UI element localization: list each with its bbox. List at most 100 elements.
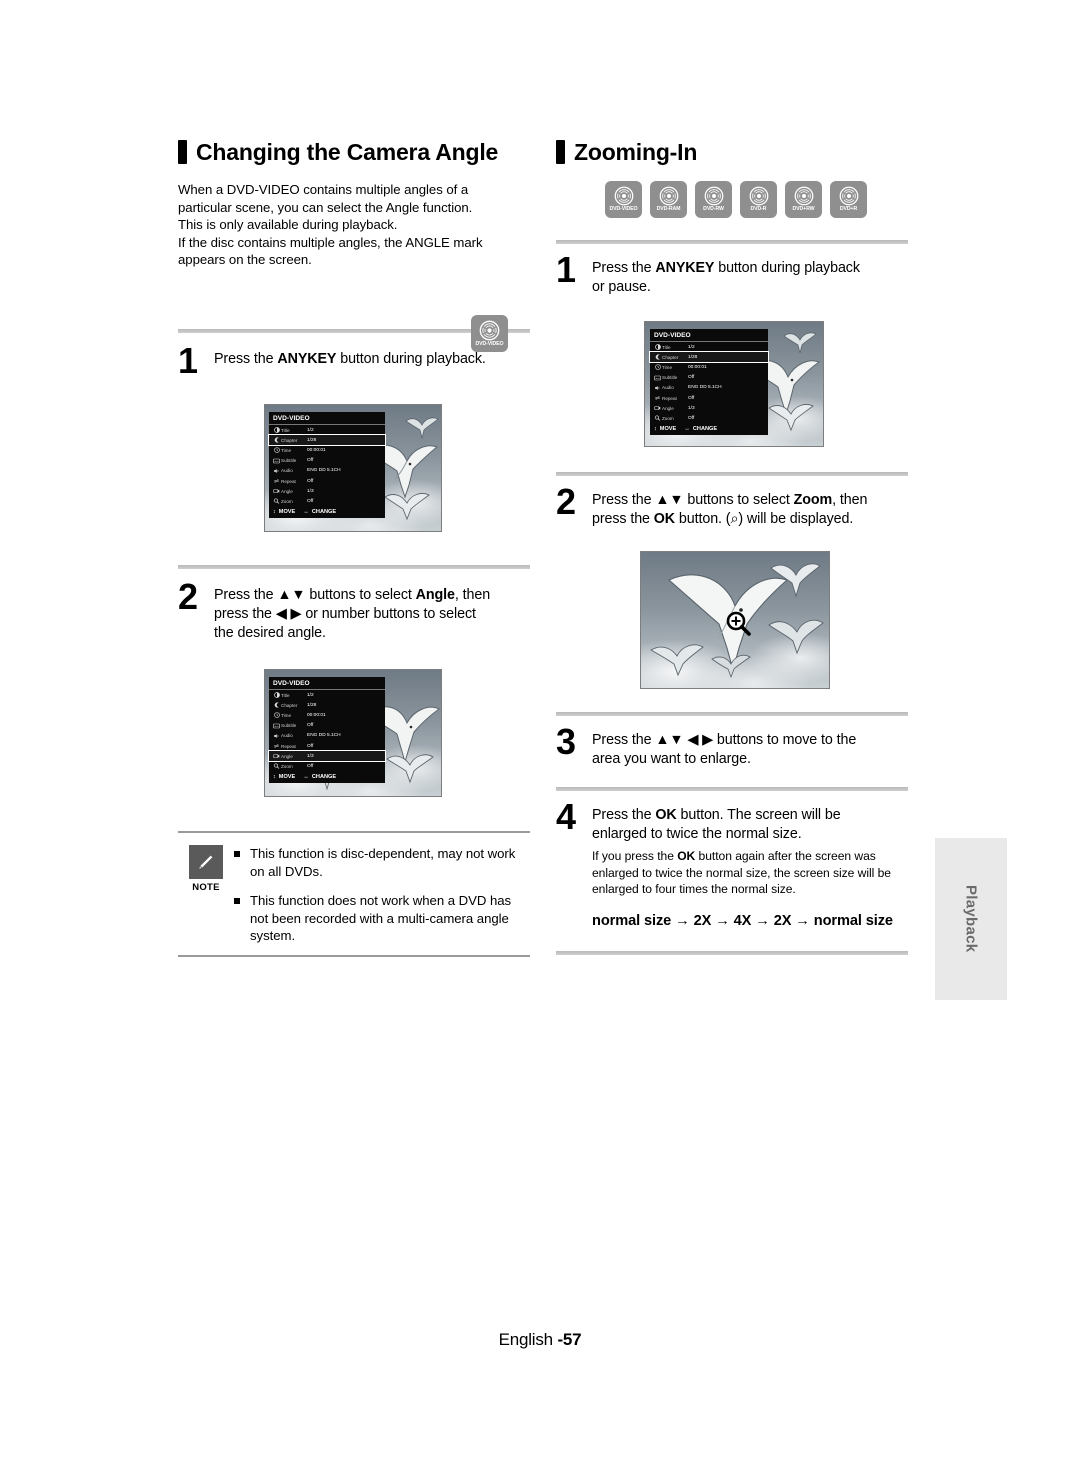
osd-row-value: ENG DD 5.1CH bbox=[307, 468, 341, 474]
osd-row-label: Chapter bbox=[662, 354, 679, 360]
osd-row-value: 1/28 bbox=[307, 437, 317, 443]
osd-row-value: Off bbox=[307, 498, 314, 504]
osd-row-value: Off bbox=[307, 478, 314, 484]
intro-line-4: If the disc contains multiple angles, th… bbox=[178, 234, 483, 250]
osd-row-title[interactable]: Title 1/2 bbox=[269, 690, 385, 700]
osd-footer-change-label: CHANGE bbox=[311, 774, 337, 780]
osd-row-angle[interactable]: Angle 1/3 bbox=[268, 750, 386, 763]
bullet-icon bbox=[234, 898, 240, 905]
osd-row-audio[interactable]: Audio ENG DD 5.1CH bbox=[269, 466, 385, 476]
left-step-2-number: 2 bbox=[178, 576, 198, 617]
osd-row-zoom[interactable]: Zoom Off bbox=[650, 413, 768, 423]
right-divider-4 bbox=[556, 787, 908, 791]
osd-row-value: Off bbox=[307, 723, 314, 729]
zoom-icon bbox=[272, 763, 281, 770]
osd-footer-change-glyph: ↔ bbox=[303, 509, 309, 515]
osd-screenshot-angle: DVD-VIDEO Title 1/2 Chapter 1/28 Time 00:00:0… bbox=[264, 669, 442, 797]
osd-row-subtitle[interactable]: Subtitle Off bbox=[650, 373, 768, 383]
osd-row-value: 1/3 bbox=[688, 405, 695, 411]
osd-row-value: Off bbox=[688, 375, 695, 381]
updown-arrows-icon: ▲▼ bbox=[655, 492, 684, 508]
disc-badge-label: DVD+RW bbox=[792, 206, 815, 213]
osd-row-time[interactable]: Time 00:00:01 bbox=[269, 710, 385, 720]
osd-row-zoom[interactable]: Zoom Off bbox=[269, 761, 385, 771]
right-step-1-a: Press the bbox=[592, 260, 656, 276]
leftright-arrows-icon: ◀ ▶ bbox=[275, 606, 302, 622]
osd-row-chapter[interactable]: Chapter 1/28 bbox=[269, 700, 385, 710]
updown-arrows-icon: ▲▼ bbox=[655, 732, 684, 748]
osd-row-audio[interactable]: Audio ENG DD 5.1CH bbox=[650, 383, 768, 393]
right-step-4-c: enlarged to twice the normal size. bbox=[592, 826, 802, 842]
left-step-1-text: Press the ANYKEY button during playback. bbox=[214, 348, 486, 369]
right-step-4-b: button. The screen will be bbox=[676, 807, 841, 823]
osd-footer-move-label: MOVE bbox=[278, 509, 296, 515]
right-step-3-b: buttons to move to the bbox=[713, 732, 857, 748]
osd-screenshot-chapter: DVD-VIDEO Title 1/2 Chapter 1/28 Time 00:00:0… bbox=[264, 404, 442, 532]
repeat-icon bbox=[272, 743, 281, 749]
page-footer: English -57 bbox=[0, 1330, 1080, 1350]
left-step-2-d: press the bbox=[214, 606, 276, 622]
audio-icon bbox=[272, 468, 281, 474]
osd-row-label: Zoom bbox=[281, 498, 293, 504]
osd-row-label: Repeat bbox=[281, 743, 296, 749]
right-step-4: 4 Press the OK button. The screen will b… bbox=[556, 799, 908, 931]
osd-row-time[interactable]: Time 00:00:01 bbox=[269, 445, 385, 455]
osd-row-value: 1/2 bbox=[307, 692, 314, 698]
osd-row-repeat[interactable]: Repeat Off bbox=[269, 476, 385, 486]
left-step-2-a: Press the bbox=[214, 587, 278, 603]
disc-icon bbox=[839, 187, 858, 206]
osd-row-label: Angle bbox=[281, 753, 293, 759]
intro-line-3: This is only available during playback. bbox=[178, 217, 398, 233]
right-divider-2 bbox=[556, 472, 908, 476]
footer-language: English bbox=[498, 1330, 558, 1349]
osd-row-angle[interactable]: Angle 1/3 bbox=[269, 486, 385, 496]
manual-page: Changing the Camera Angle When a DVD-VID… bbox=[0, 0, 1080, 1470]
osd-row-audio[interactable]: Audio ENG DD 5.1CH bbox=[269, 731, 385, 741]
note-divider-bottom bbox=[178, 954, 530, 957]
osd-row-value: 00:00:01 bbox=[307, 447, 326, 453]
osd-row-subtitle[interactable]: Subtitle Off bbox=[269, 721, 385, 731]
osd-footer: ↕ MOVE ↔ CHANGE bbox=[269, 772, 385, 783]
intro-line-1: When a DVD-VIDEO contains multiple angle… bbox=[178, 182, 469, 197]
osd-row-subtitle[interactable]: Subtitle Off bbox=[269, 456, 385, 466]
time-icon bbox=[272, 712, 281, 719]
disc-icon bbox=[479, 320, 500, 341]
disc-badge-dvd-rw: DVD-RW bbox=[695, 181, 732, 218]
left-step-2-f: the desired angle. bbox=[214, 625, 326, 641]
right-step-3: 3 Press the ▲▼ ◀ ▶ buttons to move to th… bbox=[556, 721, 908, 769]
seagull-photo-3 bbox=[405, 415, 439, 443]
osd-row-value: Off bbox=[688, 415, 695, 421]
left-step-2: 2 Press the ▲▼ buttons to select Angle, … bbox=[178, 576, 530, 643]
osd-row-angle[interactable]: Angle 1/3 bbox=[650, 403, 768, 413]
angle-icon bbox=[653, 405, 662, 411]
right-step-3-number: 3 bbox=[556, 721, 576, 762]
osd-row-repeat[interactable]: Repeat Off bbox=[650, 393, 768, 403]
osd-row-zoom[interactable]: Zoom Off bbox=[269, 496, 385, 506]
note-body: NOTE This function is disc-dependent, ma… bbox=[178, 833, 530, 955]
osd-row-value: 00:00:01 bbox=[688, 364, 707, 370]
osd-row-title[interactable]: Title 1/2 bbox=[650, 342, 768, 352]
right-step-2-number: 2 bbox=[556, 481, 576, 522]
osd-row-chapter[interactable]: Chapter 1/28 bbox=[649, 351, 769, 364]
repeat-icon bbox=[272, 478, 281, 484]
osd-row-title[interactable]: Title 1/2 bbox=[269, 425, 385, 435]
osd-row-label: Subtitle bbox=[281, 723, 297, 729]
osd-row-label: Chapter bbox=[281, 702, 298, 708]
note-block: NOTE This function is disc-dependent, ma… bbox=[178, 831, 530, 957]
osd-rows: Title 1/2 Chapter 1/28 Time 00:00:01 Subtitle O… bbox=[268, 690, 386, 772]
osd-row-chapter[interactable]: Chapter 1/28 bbox=[268, 434, 386, 447]
osd-row-time[interactable]: Time 00:00:01 bbox=[650, 362, 768, 372]
right-section-heading: Zooming-In bbox=[556, 140, 908, 164]
right-step-2-ok: OK bbox=[653, 511, 676, 527]
intro-line-5: appears on the screen. bbox=[178, 252, 312, 268]
osd-row-value: ENG DD 5.1CH bbox=[688, 385, 722, 391]
disc-icon bbox=[749, 187, 768, 206]
left-step-2-text: Press the ▲▼ buttons to select Angle, th… bbox=[214, 584, 490, 643]
osd-rows: Title 1/2 Chapter 1/28 Time 00:00:01 Subtitle O… bbox=[268, 425, 386, 507]
disc-badge-dvd-video: DVD-VIDEO bbox=[471, 315, 508, 352]
osd-row-label: Subtitle bbox=[662, 375, 678, 381]
osd-row-value: Off bbox=[307, 763, 314, 769]
angle-icon bbox=[272, 488, 281, 494]
osd-row-repeat[interactable]: Repeat Off bbox=[269, 741, 385, 751]
magnifier-plus-icon bbox=[726, 611, 751, 636]
